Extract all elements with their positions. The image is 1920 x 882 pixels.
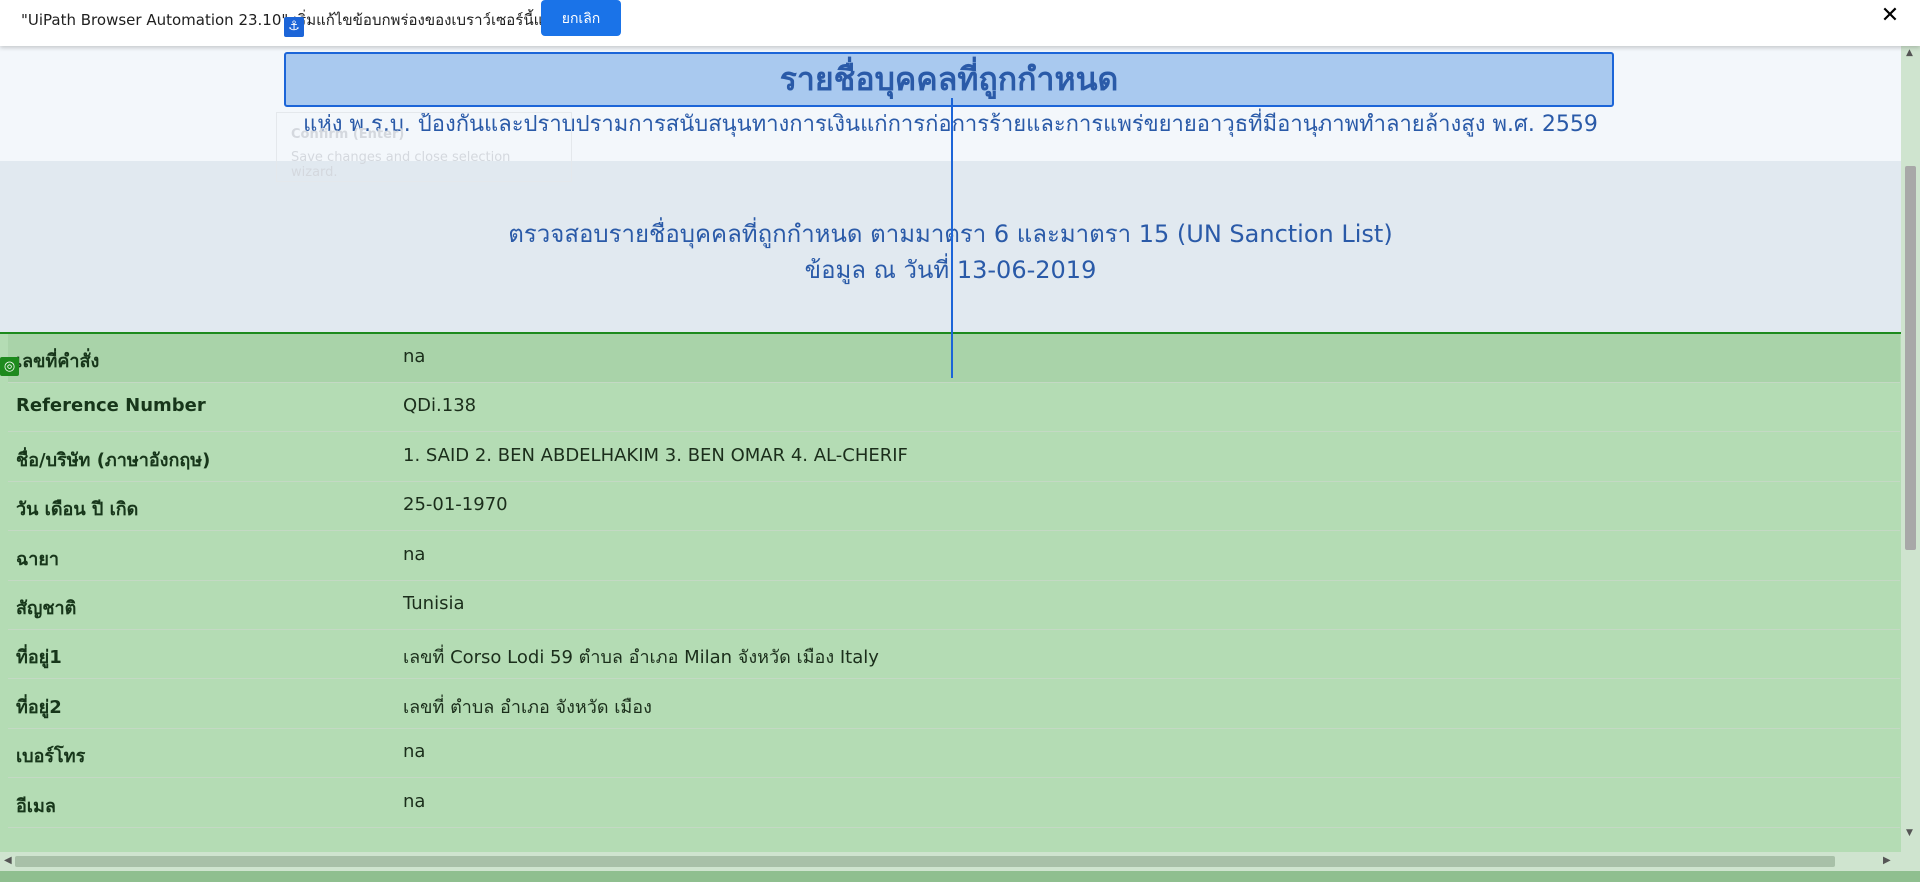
confirm-tooltip: Confirm (Enter) Save changes and close s… bbox=[276, 112, 572, 182]
row-value: na bbox=[403, 791, 426, 812]
row-value: na bbox=[403, 741, 426, 762]
cancel-button[interactable]: ยกเลิก bbox=[541, 0, 621, 36]
table-row: อีเมล na bbox=[8, 779, 1900, 828]
row-label: เลขที่คำสั่ง bbox=[16, 351, 100, 372]
row-value: 1. SAID 2. BEN ABDELHAKIM 3. BEN OMAR 4.… bbox=[403, 445, 908, 466]
horizontal-scroll-thumb[interactable] bbox=[15, 856, 1835, 867]
page-content: รายชื่อบุคคลที่ถูกกำหนด แห่ง พ.ร.บ. ป้อง… bbox=[0, 46, 1901, 852]
scroll-right-icon[interactable]: ▶ bbox=[1883, 855, 1891, 866]
row-label: เบอร์โทร bbox=[16, 746, 86, 767]
table-row: Reference Number QDi.138 bbox=[8, 383, 1900, 432]
row-label: สัญชาติ bbox=[16, 598, 77, 619]
table-row: ที่อยู่2 เลขที่ ตำบล อำเภอ จังหวัด เมือง bbox=[8, 680, 1900, 729]
row-value: Tunisia bbox=[403, 593, 465, 614]
table-row: ฉายา na bbox=[8, 532, 1900, 581]
row-value: เลขที่ ตำบล อำเภอ จังหวัด เมือง bbox=[403, 697, 652, 718]
table-row: เลขที่คำสั่ง na bbox=[8, 334, 1900, 383]
row-label: ชื่อ/บริษัท (ภาษาอังกฤษ) bbox=[16, 450, 211, 471]
tooltip-description: Save changes and close selection wizard. bbox=[291, 150, 511, 180]
selection-connector bbox=[951, 98, 953, 378]
row-label: ที่อยู่2 bbox=[16, 697, 62, 718]
row-label: ที่อยู่1 bbox=[16, 647, 62, 668]
tooltip-title: Confirm (Enter) bbox=[291, 127, 405, 142]
table-row: เบอร์โทร na bbox=[8, 729, 1900, 778]
scroll-left-icon[interactable]: ◀ bbox=[4, 855, 12, 866]
scroll-down-icon[interactable]: ▼ bbox=[1906, 828, 1913, 838]
horizontal-scrollbar[interactable]: ◀ ▶ bbox=[0, 852, 1920, 871]
row-value: QDi.138 bbox=[403, 395, 477, 416]
vertical-scrollbar[interactable]: ▲ ▼ bbox=[1901, 46, 1920, 852]
anchor-icon[interactable]: ⚓ bbox=[284, 17, 304, 37]
details-table[interactable]: เลขที่คำสั่ง na Reference Number QDi.138 ชื่… bbox=[0, 332, 1901, 852]
row-value: เลขที่ Corso Lodi 59 ตำบล อำเภอ Milan จั… bbox=[403, 647, 879, 668]
table-row: ชื่อ/บริษัท (ภาษาอังกฤษ) 1. SAID 2. BEN A… bbox=[8, 433, 1900, 482]
table-row: ที่อยู่1 เลขที่ Corso Lodi 59 ตำบล อำเภอ … bbox=[8, 630, 1900, 679]
vertical-scroll-thumb[interactable] bbox=[1905, 166, 1916, 550]
row-label: Reference Number bbox=[16, 395, 206, 416]
row-label: ฉายา bbox=[16, 549, 60, 570]
row-value: 25-01-1970 bbox=[403, 494, 508, 515]
target-icon[interactable]: ◎ bbox=[0, 357, 19, 376]
row-value: na bbox=[403, 544, 426, 565]
taskbar-strip bbox=[0, 871, 1920, 882]
table-row: วัน เดือน ปี เกิด 25-01-1970 bbox=[8, 482, 1900, 531]
scroll-up-icon[interactable]: ▲ bbox=[1906, 48, 1913, 58]
row-value: na bbox=[403, 346, 426, 367]
table-row: สัญชาติ Tunisia bbox=[8, 581, 1900, 630]
row-label: วัน เดือน ปี เกิด bbox=[16, 499, 139, 520]
page-title[interactable]: รายชื่อบุคคลที่ถูกกำหนด bbox=[284, 52, 1614, 107]
row-label: อีเมล bbox=[16, 796, 56, 817]
close-icon[interactable]: ✕ bbox=[1878, 2, 1902, 30]
